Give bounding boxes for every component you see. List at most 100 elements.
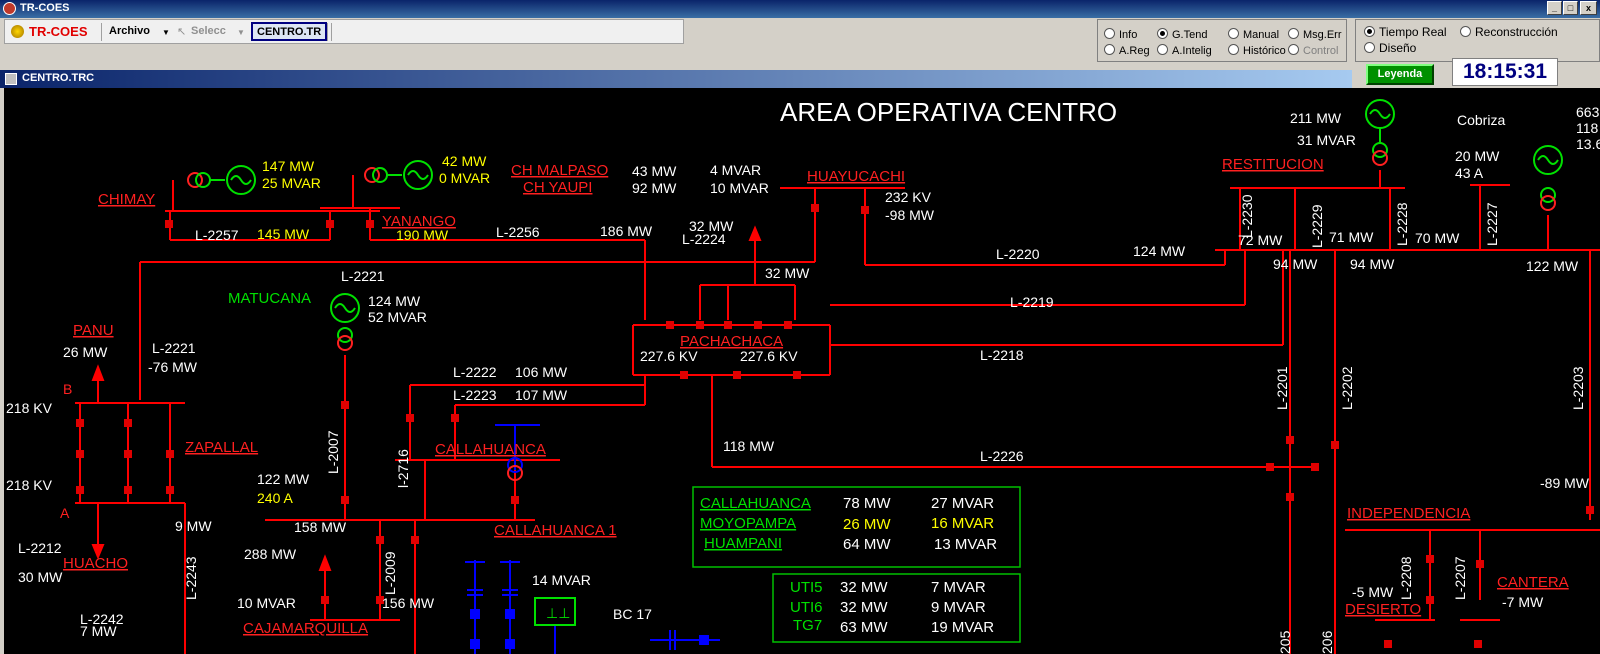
- line-label: L-2227: [1484, 202, 1500, 246]
- value-label: 9 MW: [175, 518, 212, 534]
- value-label: 122 MW: [257, 471, 310, 487]
- archivo-menu[interactable]: Archivo: [109, 25, 150, 37]
- station-label[interactable]: CALLAHUANCA: [435, 441, 546, 458]
- generation-table-1-rows: CALLAHUANCA 78 MW 27 MVAR MOYOPAMPA 26 M…: [700, 495, 997, 553]
- station-label[interactable]: YANANGO: [382, 213, 456, 230]
- value-label: 71 MW: [1329, 229, 1374, 245]
- table-row-mw: 32 MW: [840, 579, 888, 596]
- value-label: 32 MW: [689, 218, 734, 234]
- table-row-mvar: 27 MVAR: [931, 495, 994, 512]
- station-label[interactable]: HUAYUCACHI: [807, 168, 905, 185]
- station-label[interactable]: HUACHO: [63, 555, 128, 572]
- value-label: 232 KV: [885, 189, 932, 205]
- radio-gtend[interactable]: G.Tend: [1157, 28, 1207, 41]
- value-label: 14 MVAR: [532, 572, 591, 588]
- table-row-mw: 78 MW: [843, 495, 891, 512]
- value-label: 30 MW: [18, 569, 63, 585]
- radio-manual-label: Manual: [1243, 29, 1280, 41]
- radio-aintelig[interactable]: A.Intelig: [1157, 44, 1212, 57]
- coes-logo-icon: [11, 25, 24, 38]
- station-label[interactable]: CANTERA: [1497, 574, 1569, 591]
- table-row-mvar: 19 MVAR: [931, 619, 994, 636]
- value-label: 10 MVAR: [237, 595, 296, 611]
- diagram-title: AREA OPERATIVA CENTRO: [780, 97, 1117, 127]
- main-toolbar: TR-COES Archivo ▼ ↖ Selecc ▼ CENTRO.TR: [4, 19, 684, 44]
- white-labels: L-2257 L-2256 L-2224 L-2221 L-2221 L-222…: [6, 104, 1600, 654]
- svc-capacitor-icon: ⊥⊥: [546, 605, 570, 621]
- gen-value: 147 MW: [262, 158, 315, 174]
- station-label: Cobriza: [1457, 112, 1505, 128]
- value-label: 218 KV: [6, 400, 53, 416]
- line-label: l-2716: [395, 449, 411, 488]
- radio-reconstruccion[interactable]: Reconstrucción: [1460, 25, 1558, 39]
- value-label: 288 MW: [244, 546, 297, 562]
- line-label: L-2256: [496, 224, 540, 240]
- radio-tiempo-real[interactable]: Tiempo Real: [1364, 25, 1447, 39]
- value-label: 7 MW: [80, 623, 117, 639]
- radio-manual[interactable]: Manual: [1228, 28, 1279, 41]
- line-label: L-2223: [453, 387, 497, 403]
- station-label[interactable]: CAJAMARQUILLA: [243, 620, 368, 637]
- line-label: L-2221: [341, 268, 385, 284]
- chevron-down-icon[interactable]: ▼: [162, 28, 170, 37]
- station-label[interactable]: CHIMAY: [98, 191, 155, 208]
- value-label: 227.6 KV: [740, 348, 798, 364]
- matucana-label[interactable]: MATUCANA: [228, 290, 311, 307]
- value-label: 107 MW: [515, 387, 568, 403]
- line-label: L-2009: [382, 551, 398, 595]
- value-label: -89 MW: [1540, 475, 1590, 491]
- gen-value: 240 A: [257, 490, 293, 506]
- radio-areg-label: A.Reg: [1119, 45, 1150, 57]
- radio-info[interactable]: Info: [1104, 28, 1137, 41]
- radio-reconstruccion-label: Reconstrucción: [1475, 25, 1558, 39]
- toolbar-separator: [331, 23, 332, 41]
- toolbar-separator: [327, 23, 328, 41]
- table-row-mw: 26 MW: [843, 516, 891, 533]
- station-label[interactable]: PANU: [73, 322, 114, 339]
- station-label[interactable]: CH YAUPI: [523, 179, 592, 196]
- value-label: 124 MW: [368, 293, 421, 309]
- value-label: 118 MW: [723, 438, 775, 454]
- line-label: L-2219: [1010, 294, 1054, 310]
- radio-aintelig-label: A.Intelig: [1172, 45, 1212, 57]
- radio-areg[interactable]: A.Reg: [1104, 44, 1150, 57]
- station-label[interactable]: PACHACHACA: [680, 333, 783, 350]
- station-label[interactable]: CALLAHUANCA 1: [494, 522, 617, 539]
- app-title: TR-COES: [20, 2, 70, 14]
- value-label: -76 MW: [148, 359, 198, 375]
- table-row-name: MOYOPAMPA: [700, 515, 796, 532]
- capacitor-banks: [465, 560, 720, 654]
- radio-info-label: Info: [1119, 29, 1138, 41]
- radio-diseno[interactable]: Diseño: [1364, 41, 1416, 55]
- line-label: L-2201: [1274, 366, 1290, 410]
- station-label[interactable]: DESIERTO: [1345, 601, 1421, 618]
- value-label: 70 MW: [1415, 230, 1460, 246]
- value-label: 4 MVAR: [710, 162, 761, 178]
- station-label[interactable]: ZAPALLAL: [185, 439, 258, 456]
- leyenda-button[interactable]: Leyenda: [1366, 64, 1434, 85]
- radio-tiempo-real-label: Tiempo Real: [1379, 25, 1447, 39]
- line-label: L-2207: [1452, 556, 1468, 600]
- line-label: 206: [1319, 630, 1335, 654]
- tab-centro-tr[interactable]: CENTRO.TR: [251, 22, 328, 41]
- table-row-mw: 63 MW: [840, 619, 888, 636]
- app-icon: [3, 2, 16, 15]
- close-button[interactable]: x: [1580, 1, 1597, 15]
- value-label: 32 MW: [765, 265, 810, 281]
- value-label: 94 MW: [1273, 256, 1318, 272]
- station-label[interactable]: CH MALPASO: [511, 162, 608, 179]
- radio-historico[interactable]: Histórico: [1228, 44, 1286, 57]
- value-label: 13.6: [1576, 136, 1600, 152]
- bus-b-label: B: [63, 381, 72, 397]
- minimize-button[interactable]: _: [1547, 1, 1562, 15]
- selecc-menu: Selecc: [191, 25, 226, 37]
- station-label[interactable]: INDEPENDENCIA: [1347, 505, 1470, 522]
- table-row-mw: 64 MW: [843, 536, 891, 553]
- station-label[interactable]: RESTITUCION: [1222, 156, 1324, 173]
- table-row-name: TG7: [793, 617, 822, 634]
- maximize-button[interactable]: □: [1563, 1, 1578, 15]
- radio-msgerr[interactable]: Msg.Err: [1288, 28, 1342, 41]
- gen-value: 0 MVAR: [439, 170, 490, 186]
- value-label: 663: [1576, 104, 1600, 120]
- child-window-titlebar: CENTRO.TRC: [0, 70, 1352, 88]
